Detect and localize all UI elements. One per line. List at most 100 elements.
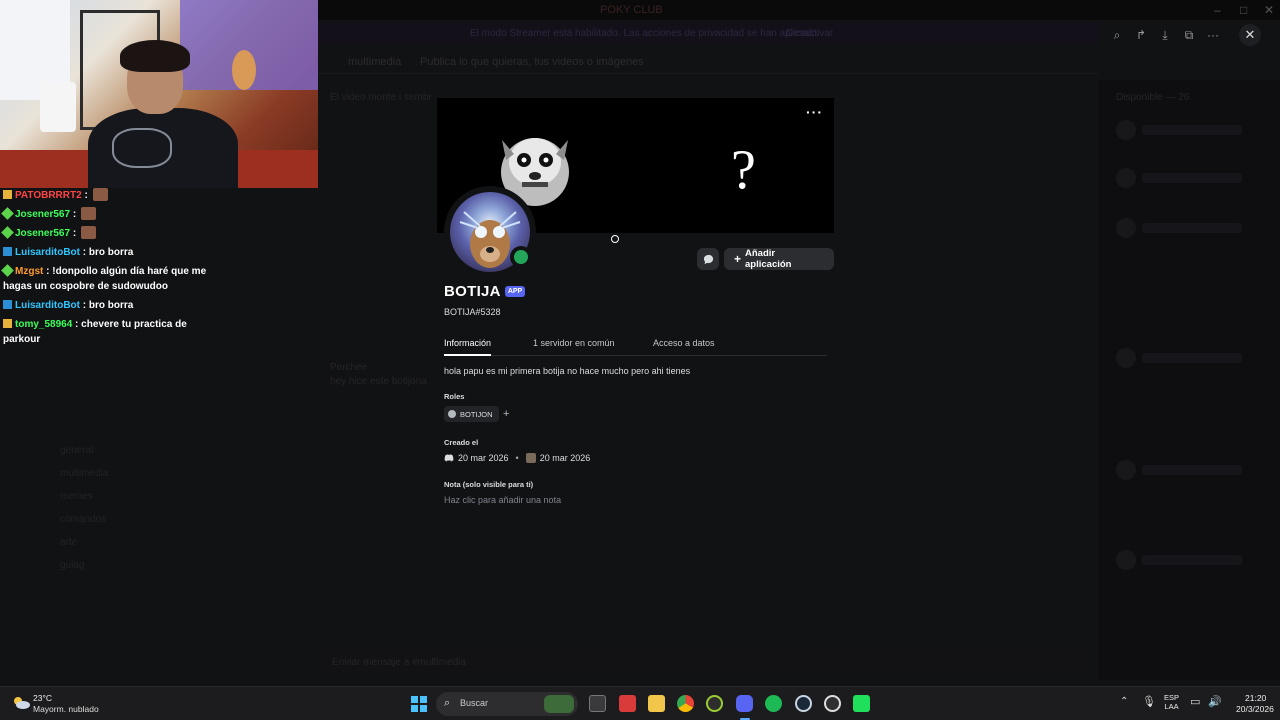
add-role-icon[interactable]: + <box>503 408 509 420</box>
chrome-icon[interactable] <box>677 695 694 712</box>
member-list: Disponible — 26 <box>1098 80 1280 680</box>
weather-temperature[interactable]: 23°C <box>33 693 52 703</box>
channel-topic: Publica lo que quieras, tus videos o imá… <box>420 56 644 68</box>
window-title: POKY CLUB <box>600 4 663 16</box>
avatar-wrap <box>444 186 536 278</box>
channel-item[interactable]: general <box>60 445 93 456</box>
created-discord-date: 20 mar 2026 <box>458 453 509 463</box>
note-title: Nota (solo visible para ti) <box>444 480 534 489</box>
chat-badge-icon <box>3 190 12 199</box>
chat-badge-icon <box>3 247 12 256</box>
profile-more-button[interactable]: ··· <box>806 104 823 120</box>
channel-item[interactable]: arte <box>60 537 77 548</box>
microphone-icon[interactable]: 🎙 <box>1142 695 1156 708</box>
chat-username: Josener567 <box>15 209 71 220</box>
chat-badge-icon <box>3 319 12 328</box>
viewer-toolbar: ⌕ ↱ ⤓ ⧉ ··· <box>1108 26 1222 44</box>
server-icon <box>525 453 536 463</box>
member-row[interactable] <box>1142 125 1242 135</box>
more-icon[interactable]: ··· <box>1204 26 1222 44</box>
share-icon[interactable]: ↱ <box>1132 26 1150 44</box>
search-placeholder: Buscar <box>460 698 489 708</box>
profile-bio: hola papu es mi primera botija no hace m… <box>444 366 691 376</box>
message-button[interactable] <box>697 248 719 270</box>
start-tile <box>420 705 427 712</box>
task-view-icon[interactable] <box>589 695 606 712</box>
clock-time[interactable]: 21:20 <box>1245 693 1266 703</box>
chat-message: Mzgst : !donpollo algún día haré que me … <box>1 264 207 292</box>
cam-shirt-print <box>112 128 172 168</box>
minimize-icon[interactable]: – <box>1214 3 1221 17</box>
streamer-banner-button[interactable]: Desactivar <box>786 28 833 39</box>
username[interactable]: BOTIJA#5328 <box>444 307 501 317</box>
chat-message: PATOBRRRT2 : <box>0 188 210 203</box>
maximize-icon[interactable]: □ <box>1240 3 1247 17</box>
note-input[interactable]: Haz clic para añadir una nota <box>444 495 561 505</box>
show-hidden-icons-icon[interactable]: ⌃ <box>1120 696 1128 707</box>
chat-text: bro borra <box>88 247 134 258</box>
clock-date[interactable]: 20/3/2026 <box>1236 704 1274 714</box>
spotify-icon[interactable] <box>765 695 782 712</box>
created-dates: 20 mar 2026 • 20 mar 2026 <box>444 453 590 463</box>
message-body: hey hice este botijona <box>330 376 427 387</box>
role-chip[interactable]: BOTIJON <box>444 406 499 422</box>
tab-acceso-a-datos[interactable]: Acceso a datos <box>653 338 715 356</box>
chat-message: tomy_58964 : chevere tu practica de park… <box>3 319 187 345</box>
discord-icon <box>444 454 454 462</box>
network-icon[interactable]: ▭ <box>1190 695 1200 708</box>
screen: POKY CLUB – □ ✕ El modo Streamer está ha… <box>0 0 1280 720</box>
member-row[interactable] <box>1142 555 1242 565</box>
xbox-icon[interactable] <box>706 695 723 712</box>
taskbar: 23°C Mayorm. nublado ⌕ Buscar ⌃ 🎙 ESP LA… <box>0 686 1280 720</box>
add-app-button[interactable]: + Añadir aplicación <box>724 248 834 270</box>
message-input[interactable]: Enviar mensaje a #multimedia <box>318 650 1088 674</box>
channel-item[interactable]: memes <box>60 491 93 502</box>
discord-app-icon[interactable] <box>736 695 753 712</box>
plus-icon: + <box>734 252 742 266</box>
start-tile <box>420 696 427 703</box>
search-highlight-image <box>544 695 574 713</box>
member-row[interactable] <box>1142 173 1242 183</box>
input-language[interactable]: ESP LAA <box>1164 693 1179 711</box>
cam-guitar <box>232 50 256 90</box>
webcam-overlay <box>0 0 318 188</box>
profile-modal: ? ··· + Añadir aplicación BOTIJA APP BOT… <box>437 98 834 598</box>
app-badge: APP <box>504 286 526 297</box>
download-icon[interactable]: ⤓ <box>1156 26 1174 44</box>
window-close-icon[interactable]: ✕ <box>1264 3 1274 17</box>
name-row: BOTIJA APP <box>444 283 526 300</box>
taskbar-search[interactable]: ⌕ Buscar <box>436 692 578 716</box>
mouse-cursor <box>611 235 619 243</box>
steam-icon[interactable] <box>795 695 812 712</box>
member-avatar <box>1116 218 1136 238</box>
channel-item[interactable]: gulag <box>60 560 84 571</box>
message-preview: El video monte i sembr <box>330 92 432 103</box>
member-row[interactable] <box>1142 223 1242 233</box>
tab-informacion[interactable]: Información <box>444 338 492 356</box>
obs-icon[interactable] <box>824 695 841 712</box>
tab-servidores-en-comun[interactable]: 1 servidor en común <box>533 338 615 356</box>
cam-person-hair <box>120 40 190 72</box>
volume-icon[interactable]: 🔊 <box>1208 695 1222 708</box>
emote-icon <box>80 207 96 220</box>
lang-line-2: LAA <box>1164 702 1179 711</box>
roles-title: Roles <box>444 392 465 401</box>
chat-text: bro borra <box>88 300 134 311</box>
chat-message: LuisarditoBot : bro borra <box>0 245 210 260</box>
channel-item[interactable]: multimedia <box>60 468 108 479</box>
cam-air-conditioner <box>40 82 76 132</box>
close-modal-button[interactable]: ✕ <box>1239 24 1261 46</box>
member-row[interactable] <box>1142 353 1242 363</box>
weather-description[interactable]: Mayorm. nublado <box>33 704 99 714</box>
game-app-icon[interactable] <box>853 695 870 712</box>
member-row[interactable] <box>1142 465 1242 475</box>
stream-chat: PATOBRRRT2 : Josener567 : Josener567 : L… <box>0 188 210 351</box>
media-app-icon[interactable] <box>619 695 636 712</box>
zoom-icon[interactable]: ⌕ <box>1108 26 1126 44</box>
windows-start-button[interactable] <box>411 696 427 712</box>
channel-item[interactable]: comandos <box>60 514 106 525</box>
banner-question-mark: ? <box>731 139 756 201</box>
folder-icon[interactable] <box>648 695 665 712</box>
open-external-icon[interactable]: ⧉ <box>1180 26 1198 44</box>
chat-username: Mzgst <box>15 266 44 277</box>
